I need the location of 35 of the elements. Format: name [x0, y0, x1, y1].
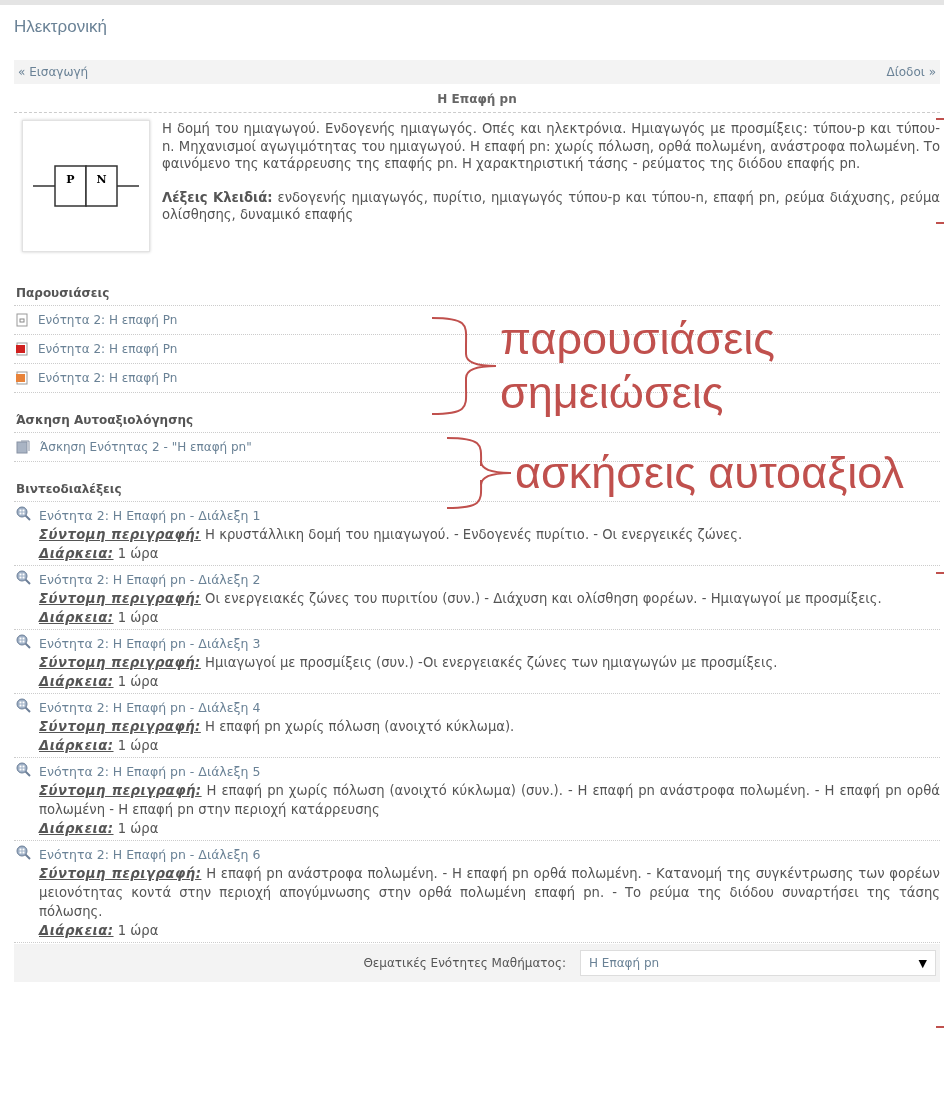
lecture-duration: Διάρκεια: 1 ώρα [39, 737, 160, 755]
lecture-summary: Σύντομη περιγραφή: Ημιαγωγοί με προσμίξεις (συν.) -Οι ενεργειακές ζώνες των ημιαγωγών με προσμίξεις. [39, 654, 779, 672]
annotation-text: παρουσιάσεις [500, 312, 775, 366]
lecture-duration: Διάρκεια: 1 ώρα [39, 922, 160, 940]
lecture-summary: Σύντομη περιγραφή: Η κρυστάλλικη δομή του ημιαγωγού. - Ενδογενές πυρίτιο. - Οι ενεργεικές ζώνες. [39, 526, 744, 544]
dropdown-caret-icon: ▼ [918, 956, 927, 970]
next-link[interactable]: Δίοδοι » [886, 65, 936, 79]
lecture-link[interactable]: Ενότητα 2: Η Επαφή pn - Διάλεξη 5 [39, 762, 940, 781]
page-title: Ηλεκτρονική [14, 17, 108, 38]
lecture-summary: Σύντομη περιγραφή: Η επαφή pn ανάστροφα πολωμένη. - Η επαφή pn ορθά πολωμένη. - Κατανομή της συγκέντρωσης των φορέων μειονότητας κοντά στην περιοχή απογύμνωσης στην ορθά πολωμένη επαφή pn. - Το ρεύμα της διόδου συναρτήσει της τάσης πόλωσης. [39, 865, 940, 921]
lecture-summary: Σύντομη περιγραφή: Η επαφή pn χωρίς πόλωση (ανοιχτό κύκλωμα). [39, 718, 516, 736]
section-title: Παρουσιάσεις [14, 280, 940, 306]
lecture-summary: Σύντομη περιγραφή: Η επαφή pn χωρίς πόλωση (ανοιχτό κύκλωμα) (συν.). - Η επαφή pn ανάστροφα πολωμένη. - Η επαφή pn ορθά πολωμένη - Η επαφή pn στην περιοχή κατάρρευσης [39, 782, 940, 819]
previous-link[interactable]: « Εισαγωγή [18, 65, 89, 79]
unit-description: Η δομή του ημιαγωγού. Ενδογενής ημιαγωγός. Οπές και ηλεκτρόνια. Ημιαγωγός με προσμίξεις: τύπου-p και τύπου-n. Μηχανισμοί αγωγιμότητας του ημιαγωγού. Η επαφή pn: χωρίς πόλωση, ορθά πολωμένη, ανάστροφα πολωμένη. Το φαινόμενο της κατάρρευσης της επαφής pn. Η χαρακτηριστική τάσης - ρεύματος της διόδου επαφής pn. [162, 120, 940, 173]
file-link[interactable]: Άσκηση Ενότητας 2 - "Η επαφή pn" [40, 440, 252, 454]
lecture-duration: Διάρκεια: 1 ώρα [39, 820, 160, 838]
lecture-link[interactable]: Ενότητα 2: Η Επαφή pn - Διάλεξη 4 [39, 698, 940, 717]
lecture-duration: Διάρκεια: 1 ώρα [39, 609, 160, 627]
lecture-link[interactable]: Ενότητα 2: Η Επαφή pn - Διάλεξη 1 [39, 506, 940, 525]
lecture-duration: Διάρκεια: 1 ώρα [39, 673, 160, 691]
pn-junction-drawing: P N [22, 120, 150, 252]
annotation-text: ασκήσεις αυτοαξιολ [515, 446, 904, 500]
lecture-link[interactable]: Ενότητα 2: Η Επαφή pn - Διάλεξη 2 [39, 570, 940, 589]
file-link[interactable]: Ενότητα 2: Η επαφή Pn [38, 371, 178, 385]
file-link[interactable]: Ενότητα 2: Η επαφή Pn [38, 342, 178, 356]
units-label: Θεματικές Ενότητες Μαθήματος: [363, 956, 566, 970]
keywords-text: Λέξεις Κλειδιά: ενδογενής ημιαγωγός, πυρίτιο, ημιαγωγός τύπου-p και τύπου-n, επαφή pn, ρεύμα διάχυσης, ρεύμα ολίσθησης, δυναμικό επαφής [162, 188, 940, 224]
units-select[interactable]: Η Επαφή pn ▼ [580, 950, 936, 976]
lecture-summary: Σύντομη περιγραφή: Οι ενεργειακές ζώνες του πυριτίου (συν.) - Διάχυση και ολίσθηση φορέων. - Ημιαγωγοί με προσμίξεις. [39, 590, 883, 608]
lecture-duration: Διάρκεια: 1 ώρα [39, 545, 160, 563]
file-link[interactable]: Ενότητα 2: Η επαφή Pn [38, 313, 178, 327]
lecture-link[interactable]: Ενότητα 2: Η Επαφή pn - Διάλεξη 3 [39, 634, 940, 653]
lecture-link[interactable]: Ενότητα 2: Η Επαφή pn - Διάλεξη 6 [39, 845, 940, 864]
unit-title: Η Επαφή pn [14, 84, 940, 113]
